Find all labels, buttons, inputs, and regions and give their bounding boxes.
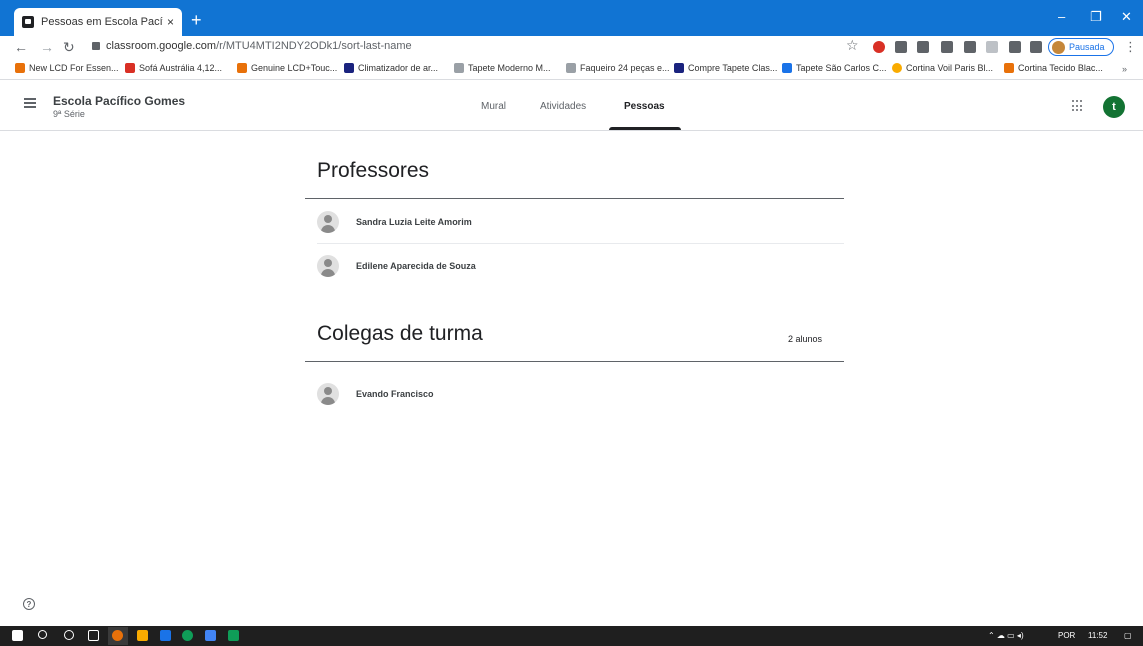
new-tab-button[interactable]: + [191,11,202,29]
extension-icon[interactable] [895,41,907,53]
cortana-icon[interactable] [64,630,74,640]
class-section: 9ª Série [53,109,85,119]
mail-icon[interactable] [160,630,171,641]
windows-taskbar [0,626,1143,646]
profile-avatar [1052,40,1065,54]
tab-pessoas[interactable]: Pessoas [624,101,665,112]
teacher-name: Edilene Aparecida de Souza [356,260,476,271]
bookmark-favicon-icon [1004,63,1014,73]
extension-icon[interactable] [964,41,976,53]
bookmarks-overflow-icon[interactable]: » [1122,64,1127,74]
bookmark-item[interactable]: Tapete Moderno M... [454,63,551,73]
bookmark-favicon-icon [237,63,247,73]
profile-status-label: Pausada [1069,42,1105,52]
bookmark-favicon-icon [892,63,902,73]
teacher-row[interactable]: Edilene Aparecida de Souza [317,244,844,287]
bookmark-favicon-icon [125,63,135,73]
active-tab-indicator [609,127,681,130]
close-window-icon[interactable]: ✕ [1121,9,1132,25]
system-tray-icons[interactable]: ⌃ ☁ ▭ ◂) [988,631,1024,640]
bookmark-star-icon[interactable]: ☆ [846,37,859,54]
section-divider [305,198,844,199]
class-title[interactable]: Escola Pacífico Gomes [53,94,185,108]
user-avatar[interactable]: t [1103,96,1125,118]
extension-icon[interactable] [1009,41,1021,53]
bookmark-favicon-icon [674,63,684,73]
puzzle-extensions-icon[interactable] [1030,41,1042,53]
classroom-favicon-icon [22,16,34,28]
browser-tab-title: Pessoas em Escola Pacífico Gome [41,16,163,28]
url-host: classroom.google.com [106,40,217,52]
bookmark-item[interactable]: Genuine LCD+Touc... [237,63,337,73]
browser-tab-active[interactable]: Pessoas em Escola Pacífico Gome × [14,8,182,36]
teacher-row[interactable]: Sandra Luzia Leite Amorim [317,201,844,244]
chrome-icon [112,630,123,641]
windows-start-icon[interactable] [12,630,23,641]
search-icon[interactable] [38,630,47,639]
bookmark-item[interactable]: Sofá Austrália 4,12... [125,63,222,73]
language-indicator[interactable]: POR [1058,631,1075,640]
tab-mural[interactable]: Mural [481,101,506,112]
bookmark-favicon-icon [344,63,354,73]
bookmark-item[interactable]: Cortina Tecido Blac... [1004,63,1103,73]
forward-icon: → [40,39,54,55]
notifications-icon[interactable]: ▢ [1124,631,1132,640]
url-field[interactable]: classroom.google.com/r/MTU4MTI2NDY2ODk1/… [92,40,412,52]
bookmark-item[interactable]: Cortina Voil Paris Bl... [892,63,993,73]
bookmark-favicon-icon [454,63,464,73]
lock-icon [92,42,100,50]
minimize-icon[interactable]: – [1058,9,1065,24]
classmates-heading: Colegas de turma [317,322,483,345]
extension-icon[interactable] [941,41,953,53]
extension-icon[interactable] [986,41,998,53]
profile-button[interactable]: Pausada [1048,38,1114,56]
clock[interactable]: 11:52 [1088,631,1107,640]
google-apps-icon[interactable] [1072,100,1084,112]
bookmark-favicon-icon [566,63,576,73]
person-avatar-icon [317,211,339,233]
teacher-name: Sandra Luzia Leite Amorim [356,217,472,227]
opera-extension-icon[interactable] [873,41,885,53]
excel-icon[interactable] [228,630,239,641]
back-icon[interactable]: ← [14,39,28,55]
task-view-icon[interactable] [88,630,99,641]
bookmark-item[interactable]: Faqueiro 24 peças e... [566,63,670,73]
bookmark-item[interactable]: Climatizador de ar... [344,63,438,73]
teachers-heading: Professores [317,159,430,182]
close-tab-icon[interactable]: × [167,15,174,29]
bookmark-item[interactable]: Tapete São Carlos C... [782,63,887,73]
bookmark-favicon-icon [15,63,25,73]
student-count: 2 alunos [788,334,823,344]
url-path: /r/MTU4MTI2NDY2ODk1/sort-last-name [216,40,412,52]
help-icon[interactable]: ? [23,598,35,610]
main-menu-icon[interactable] [24,98,36,108]
extension-icon[interactable] [917,41,929,53]
word-icon[interactable] [205,630,216,641]
browser-menu-icon[interactable]: ⋮ [1124,39,1137,55]
edge-icon[interactable] [182,630,193,641]
student-name: Evando Francisco [356,388,434,399]
restore-icon[interactable]: ❐ [1090,9,1102,25]
file-explorer-icon[interactable] [137,630,148,641]
person-avatar-icon [317,254,339,277]
bookmark-item[interactable]: New LCD For Essen... [15,63,119,73]
person-avatar-icon [317,382,339,405]
section-divider [305,361,844,362]
bookmark-favicon-icon [782,63,792,73]
tab-atividades[interactable]: Atividades [540,101,586,112]
student-row[interactable]: Evando Francisco [317,372,844,415]
bookmark-item[interactable]: Compre Tapete Clas... [674,63,777,73]
reload-icon[interactable]: ↻ [63,39,75,56]
